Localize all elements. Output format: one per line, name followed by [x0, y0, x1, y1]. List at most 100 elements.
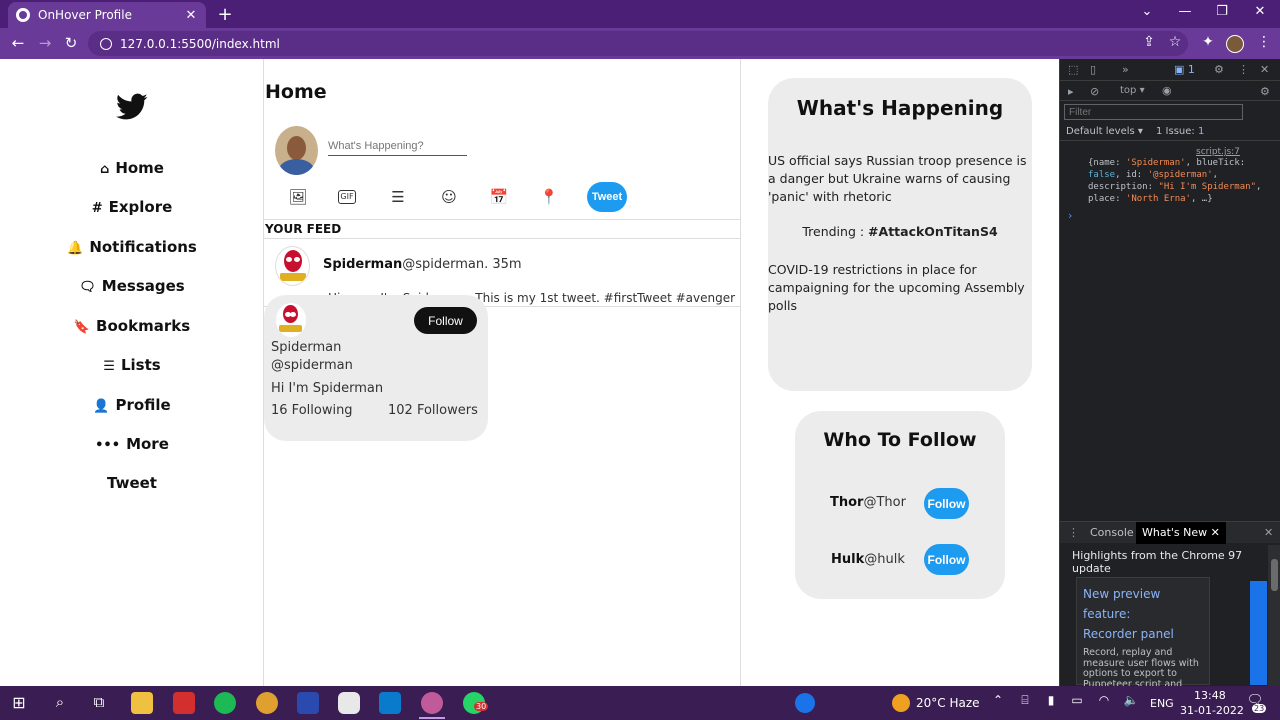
- follow-button[interactable]: Follow: [924, 488, 969, 519]
- window-close-icon[interactable]: ✕: [1250, 4, 1270, 19]
- sidebar-item-notifications[interactable]: 🔔 Notifications: [0, 238, 264, 256]
- search-icon[interactable]: ⌕: [49, 693, 71, 711]
- follow-suggestion-name[interactable]: Hulk@hulk: [831, 552, 905, 567]
- weather-text[interactable]: 20°C Haze: [916, 696, 980, 710]
- address-bar[interactable]: 127.0.0.1:5500/index.html: [88, 31, 1188, 56]
- slack-icon[interactable]: [338, 692, 360, 714]
- windows-start-icon[interactable]: ⊞: [8, 693, 30, 712]
- console-filter-input[interactable]: [1064, 104, 1243, 120]
- sidebar-item-lists[interactable]: ☰ Lists: [0, 356, 264, 374]
- console-prompt-icon[interactable]: ›: [1068, 209, 1072, 222]
- trending-tag[interactable]: #AttackOnTitanS4: [868, 224, 998, 239]
- sidebar-tweet-button[interactable]: Tweet: [0, 474, 264, 492]
- devtools-close-icon[interactable]: ✕: [1260, 63, 1269, 76]
- more-tabs-icon[interactable]: »: [1122, 63, 1129, 76]
- weather-icon[interactable]: [892, 694, 910, 712]
- hover-card-following[interactable]: 16 Following: [271, 403, 353, 418]
- news-item[interactable]: US official says Russian troop presence …: [768, 152, 1032, 206]
- tray-battery-icon[interactable]: ▮: [1040, 693, 1062, 707]
- hover-card-followers[interactable]: 102 Followers: [388, 403, 478, 418]
- device-toggle-icon[interactable]: ▯: [1090, 63, 1096, 76]
- tab-strip: OnHover Profile ✕ + ⌄ — ❐ ✕: [0, 0, 1280, 28]
- devtools-menu-icon[interactable]: ⋮: [1238, 63, 1249, 76]
- wifi-icon[interactable]: ◠: [1093, 693, 1115, 707]
- tray-battery2-icon[interactable]: ▭: [1066, 693, 1088, 707]
- sidebar-item-profile[interactable]: 👤 Profile: [0, 396, 264, 414]
- sidebar-item-explore[interactable]: # Explore: [0, 198, 264, 216]
- chrome-profile-icon[interactable]: [421, 692, 443, 714]
- language-indicator[interactable]: ENG: [1150, 697, 1174, 710]
- sidebar-toggle-icon[interactable]: ▸: [1068, 85, 1074, 98]
- schedule-icon[interactable]: 📅: [488, 186, 510, 208]
- drawer-menu-icon[interactable]: ⋮: [1068, 526, 1079, 539]
- tweet-button[interactable]: Tweet: [587, 182, 627, 212]
- sidebar-item-messages[interactable]: 🗨 Messages: [0, 277, 264, 295]
- clock-time[interactable]: 13:48: [1194, 689, 1226, 702]
- avatar[interactable]: [275, 126, 318, 175]
- new-tab-button[interactable]: +: [216, 4, 234, 25]
- hover-card-follow-button[interactable]: Follow: [414, 307, 477, 334]
- trending-line[interactable]: Trending : #AttackOnTitanS4: [768, 224, 1032, 239]
- sidebar-item-more[interactable]: ••• More: [0, 435, 264, 453]
- scrollbar[interactable]: [1268, 545, 1280, 686]
- inspect-icon[interactable]: ⬚: [1068, 63, 1078, 76]
- site-info-icon[interactable]: [100, 37, 112, 50]
- clear-console-icon[interactable]: ⊘: [1090, 85, 1099, 98]
- menu-icon[interactable]: ⋮: [1255, 34, 1273, 50]
- clock-date[interactable]: 31-01-2022: [1180, 704, 1244, 717]
- extensions-icon[interactable]: ✦: [1199, 34, 1217, 50]
- news-item[interactable]: COVID-19 restrictions in place for campa…: [768, 261, 1032, 315]
- bookmark-star-icon[interactable]: ☆: [1166, 34, 1184, 50]
- maximize-icon[interactable]: ❐: [1212, 4, 1232, 19]
- tab-whats-new[interactable]: What's New ✕: [1136, 522, 1226, 544]
- file-explorer-icon[interactable]: [131, 692, 153, 714]
- sidebar-item-home[interactable]: ⌂ Home: [0, 159, 264, 177]
- sidebar-item-bookmarks[interactable]: 🔖 Bookmarks: [0, 317, 264, 335]
- browser-toolbar: ← → ↻ 127.0.0.1:5500/index.html ⇪ ☆ ✦ ⋮: [0, 28, 1280, 59]
- follow-button[interactable]: Follow: [924, 544, 969, 575]
- volume-icon[interactable]: 🔈: [1120, 693, 1142, 707]
- post-author-name[interactable]: Spiderman: [323, 257, 402, 272]
- image-icon[interactable]: 🖼: [287, 186, 309, 208]
- compose-input[interactable]: [328, 137, 467, 156]
- location-icon[interactable]: 📍: [538, 186, 560, 208]
- tray-device-icon[interactable]: ⌸: [1014, 693, 1036, 708]
- spotify-icon[interactable]: [214, 692, 236, 714]
- hover-card-avatar[interactable]: [276, 303, 306, 337]
- browser-tab-active[interactable]: OnHover Profile ✕: [8, 2, 206, 28]
- log-levels-dropdown[interactable]: Default levels ▾: [1066, 126, 1143, 137]
- gif-icon[interactable]: GIF: [338, 190, 356, 204]
- tab-console[interactable]: Console: [1090, 526, 1134, 539]
- script-source-link[interactable]: script.js:7: [1196, 147, 1240, 157]
- issues-count[interactable]: 1 Issue: 1: [1156, 126, 1204, 137]
- share-icon[interactable]: ⇪: [1140, 34, 1158, 50]
- sidebar-item-label: More: [126, 435, 169, 453]
- post-avatar[interactable]: [275, 246, 310, 286]
- eye-icon[interactable]: ◉: [1162, 84, 1172, 97]
- task-view-icon[interactable]: ⧉: [88, 693, 110, 711]
- tab-search-icon[interactable]: ⌄: [1137, 4, 1157, 19]
- help-icon[interactable]: [795, 693, 815, 713]
- twitter-logo-icon[interactable]: [116, 93, 148, 121]
- console-log-object[interactable]: {name: 'Spiderman', blueTick: false, id:…: [1088, 157, 1273, 205]
- console-settings-icon[interactable]: ⚙: [1260, 85, 1270, 98]
- back-icon[interactable]: ←: [9, 34, 27, 52]
- intellij-icon[interactable]: [297, 692, 319, 714]
- wps-office-icon[interactable]: [173, 692, 195, 714]
- poll-icon[interactable]: ☰: [387, 186, 409, 208]
- tray-chevron-icon[interactable]: ⌃: [987, 693, 1009, 707]
- drawer-close-icon[interactable]: ✕: [1264, 526, 1273, 539]
- settings-gear-icon[interactable]: ⚙: [1214, 63, 1224, 76]
- issues-badge[interactable]: ▣ 1: [1174, 63, 1195, 76]
- follow-suggestion-name[interactable]: Thor@Thor: [830, 495, 906, 510]
- context-selector[interactable]: top ▾: [1120, 85, 1145, 96]
- tab-close-icon[interactable]: ✕: [184, 8, 198, 23]
- emoji-icon[interactable]: ☺: [438, 186, 460, 208]
- browser-profile-avatar[interactable]: [1226, 35, 1244, 53]
- feature-card[interactable]: New preview feature: Recorder panel Reco…: [1076, 577, 1210, 700]
- chrome-icon[interactable]: [256, 692, 278, 714]
- vscode-icon[interactable]: [379, 692, 401, 714]
- minimize-icon[interactable]: —: [1175, 4, 1195, 19]
- forward-icon[interactable]: →: [36, 34, 54, 52]
- reload-icon[interactable]: ↻: [62, 34, 80, 52]
